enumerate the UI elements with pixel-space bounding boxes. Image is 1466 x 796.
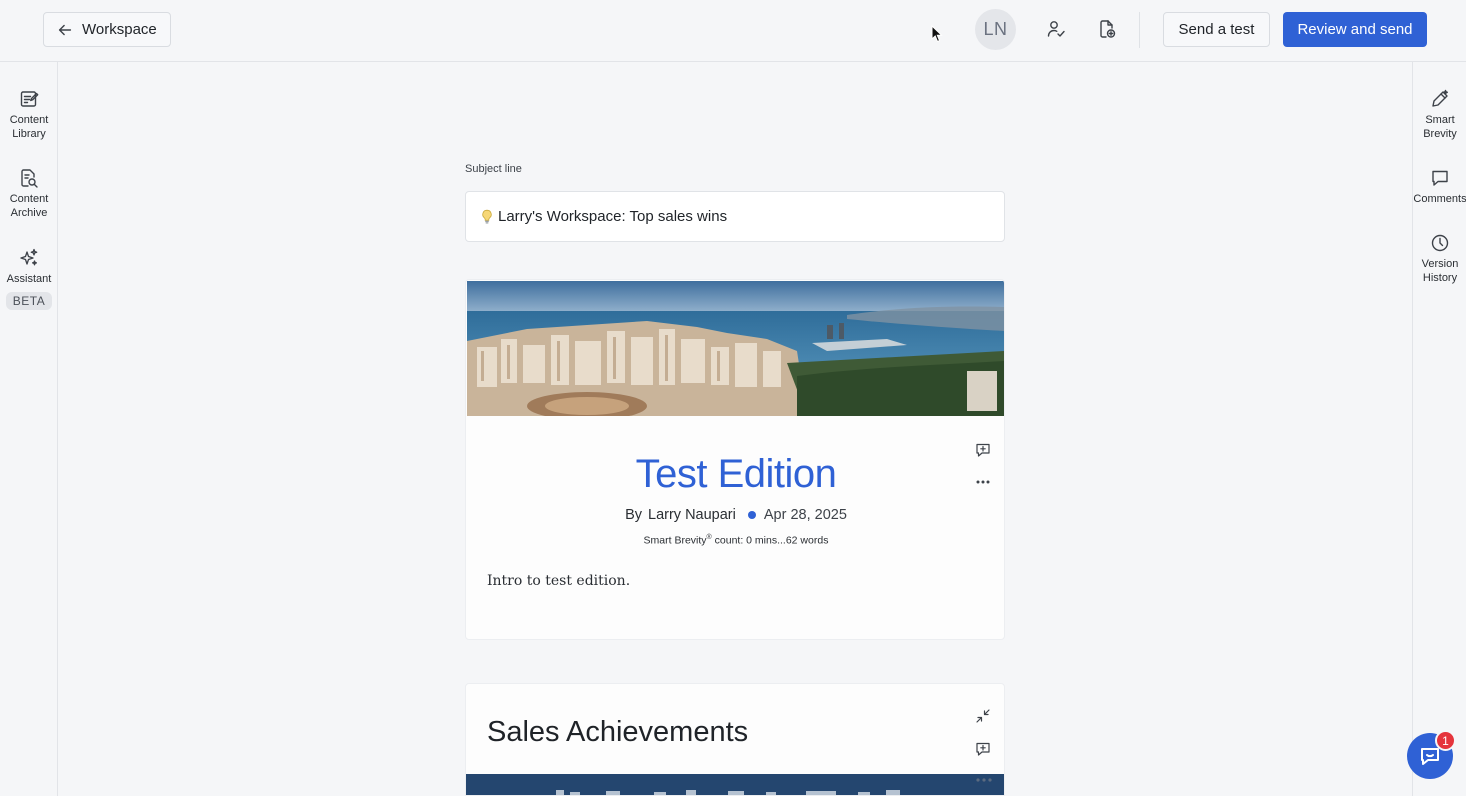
notification-badge: 1 <box>1435 730 1456 751</box>
subject-line-label: Subject line <box>465 163 522 175</box>
add-comment-icon[interactable] <box>975 741 991 757</box>
sidebar-label: Library <box>12 128 46 140</box>
lightbulb-icon <box>482 209 492 223</box>
byline-separator-dot <box>747 511 756 519</box>
byline-author: Larry Naupari <box>648 507 736 523</box>
left-sidebar: Content Library Content Archive Assistan… <box>0 62 58 796</box>
edition-intro-text[interactable]: Intro to test edition. <box>487 573 630 589</box>
back-button-label: Workspace <box>82 21 157 38</box>
sidebar-label: Comments <box>1413 193 1466 205</box>
subject-line-text: Larry's Workspace: Top sales wins <box>498 208 728 225</box>
section-image <box>466 774 1004 795</box>
sidebar-label: Archive <box>10 207 48 219</box>
subject-line-input[interactable]: Larry's Workspace: Top sales wins <box>465 191 1005 242</box>
sidebar-item-version-history[interactable]: Version History <box>1411 233 1466 285</box>
brevity-suffix: count: 0 mins...62 words <box>711 534 829 547</box>
back-to-workspace-button[interactable]: Workspace <box>43 12 171 47</box>
section-title[interactable]: Sales Achievements <box>487 716 748 749</box>
toolbar-divider <box>1139 12 1140 48</box>
sidebar-label: Content <box>9 193 49 205</box>
byline: By Larry Naupari Apr 28, 2025 <box>466 507 1004 523</box>
sidebar-item-comments[interactable]: Comments <box>1411 168 1466 206</box>
sidebar-label: Assistant <box>6 273 52 285</box>
sparkle-icon <box>20 248 38 266</box>
byline-prefix: By <box>625 507 643 523</box>
review-and-send-button[interactable]: Review and send <box>1283 12 1427 47</box>
pen-icon <box>1432 89 1448 107</box>
sidebar-item-assistant[interactable]: Assistant BETA <box>0 248 58 310</box>
section-card: Sales Achievements <box>465 683 1005 796</box>
content-library-icon <box>20 91 39 107</box>
sidebar-item-smart-brevity[interactable]: Smart Brevity <box>1411 89 1466 141</box>
arrow-left-icon <box>58 24 72 35</box>
sidebar-item-content-archive[interactable]: Content Archive <box>0 168 58 220</box>
assign-reviewer-button[interactable] <box>1045 18 1067 40</box>
content-archive-icon <box>21 169 38 188</box>
user-check-icon <box>1047 21 1065 37</box>
mouse-cursor-icon <box>931 25 943 43</box>
byline-date: Apr 28, 2025 <box>763 507 847 523</box>
collapse-icon[interactable] <box>975 708 991 724</box>
document-add-icon <box>1100 20 1116 38</box>
sidebar-label: Smart <box>1425 114 1455 126</box>
sidebar-label: Version <box>1421 258 1459 270</box>
brevity-prefix: Smart Brevity <box>643 534 707 547</box>
edition-title[interactable]: Test Edition <box>466 452 1004 497</box>
clock-icon <box>1431 234 1449 252</box>
send-test-button[interactable]: Send a test <box>1163 12 1270 47</box>
right-sidebar: Smart Brevity Comments Version History <box>1412 62 1466 796</box>
hero-image <box>467 281 1004 416</box>
avatar-initials: LN <box>983 19 1008 39</box>
top-bar: Workspace LN Send a test Review and send <box>0 0 1466 62</box>
edition-card: Test Edition By Larry Naupari Apr 28, 20… <box>465 279 1005 640</box>
beta-badge: BETA <box>5 292 53 310</box>
add-document-button[interactable] <box>1096 18 1118 40</box>
sidebar-label: Brevity <box>1423 128 1457 140</box>
sidebar-label: History <box>1422 272 1458 284</box>
sidebar-item-content-library[interactable]: Content Library <box>0 89 58 141</box>
user-avatar[interactable]: LN <box>975 9 1016 50</box>
comment-icon <box>1432 170 1448 186</box>
sidebar-label: Content <box>9 114 49 126</box>
smart-brevity-count: Smart Brevity® count: 0 mins...62 words <box>466 534 1004 547</box>
